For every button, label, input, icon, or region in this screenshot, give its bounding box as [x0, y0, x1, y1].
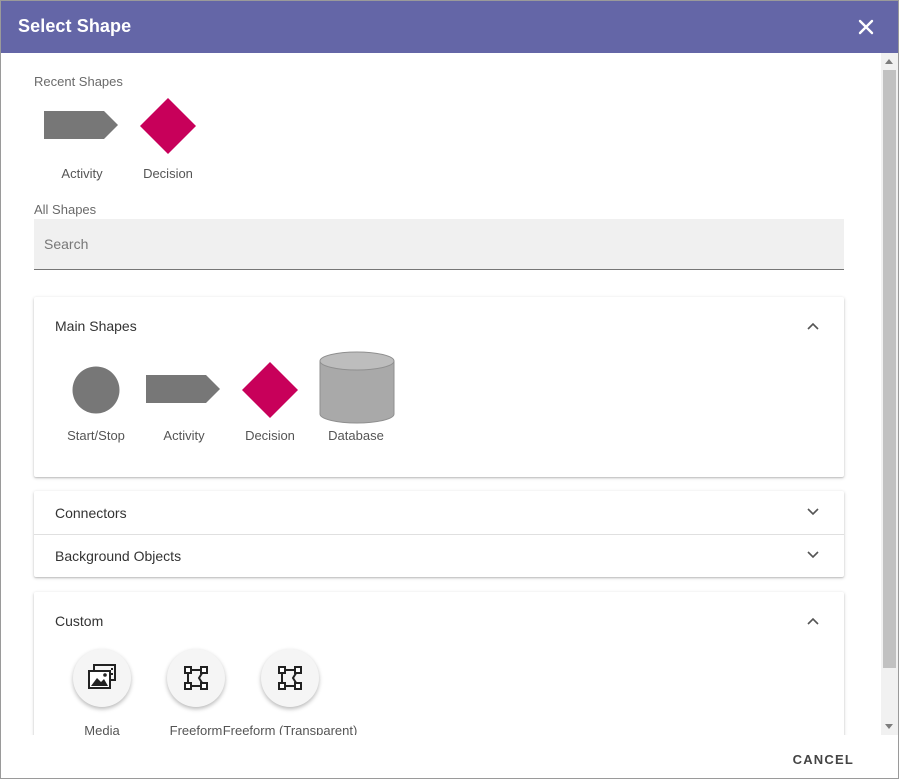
freeform-transparent-button[interactable]: [261, 649, 319, 707]
shape-database[interactable]: Database: [306, 349, 406, 449]
custom-media[interactable]: Media: [52, 649, 152, 735]
media-button[interactable]: [73, 649, 131, 707]
shape-start-stop[interactable]: Start/Stop: [46, 359, 146, 449]
main-shapes-header[interactable]: Main Shapes: [34, 297, 844, 340]
scrollbar-thumb[interactable]: [883, 70, 896, 668]
vertical-scrollbar[interactable]: [881, 53, 898, 735]
scroll-up-arrow-icon[interactable]: [885, 59, 893, 64]
scroll-down-arrow-icon[interactable]: [885, 724, 893, 729]
chevron-down-icon[interactable]: [806, 507, 820, 517]
shape-label: Freeform (Transparent): [222, 723, 358, 735]
custom-panel: Custom Media Freeform Freeform (Transpar…: [34, 592, 844, 735]
dialog-header: Select Shape: [1, 1, 898, 53]
dialog-footer: CANCEL: [1, 735, 898, 778]
background-objects-header[interactable]: Background Objects: [34, 534, 844, 577]
decision-shape-icon: [242, 362, 298, 418]
chevron-up-icon[interactable]: [806, 321, 820, 331]
custom-freeform-transparent[interactable]: Freeform (Transparent): [223, 649, 357, 735]
shape-activity[interactable]: Activity: [134, 359, 234, 449]
chevron-up-icon[interactable]: [806, 616, 820, 626]
freeform-button[interactable]: [167, 649, 225, 707]
shape-label: Media: [84, 723, 120, 735]
decision-shape-icon: [140, 98, 196, 154]
freeform-icon: [184, 666, 208, 690]
panel-title: Background Objects: [55, 548, 182, 564]
activity-shape-icon: [146, 375, 220, 403]
recent-shape-decision[interactable]: Decision: [118, 93, 218, 183]
dialog-title: Select Shape: [18, 16, 132, 36]
close-icon[interactable]: [856, 17, 876, 37]
activity-shape-icon: [44, 111, 118, 139]
search-input[interactable]: [34, 219, 844, 270]
dialog-content: Recent Shapes Activity Decision All Shap…: [1, 53, 881, 735]
all-shapes-label: All Shapes: [34, 202, 97, 217]
connectors-header[interactable]: Connectors: [34, 491, 844, 534]
shape-label: Activity: [163, 428, 205, 443]
collapsed-panels: Connectors Background Objects: [34, 491, 844, 577]
main-shapes-panel: Main Shapes Start/Stop Activity Decision…: [34, 297, 844, 477]
panel-title: Connectors: [55, 505, 127, 521]
media-icon: [88, 664, 116, 689]
cancel-button[interactable]: CANCEL: [793, 752, 854, 767]
recent-shapes-label: Recent Shapes: [34, 74, 123, 89]
recent-shape-activity[interactable]: Activity: [32, 93, 132, 183]
panel-title: Custom: [55, 613, 104, 629]
custom-header[interactable]: Custom: [34, 592, 844, 635]
shape-label: Start/Stop: [67, 428, 125, 443]
shape-label: Database: [328, 428, 384, 443]
chevron-down-icon[interactable]: [806, 550, 820, 560]
circle-shape-icon: [72, 366, 120, 414]
recent-shape-label: Decision: [143, 166, 193, 181]
recent-shape-label: Activity: [61, 166, 103, 181]
shape-decision[interactable]: Decision: [220, 359, 320, 449]
freeform-transparent-icon: [278, 666, 302, 690]
shape-label: Decision: [245, 428, 295, 443]
panel-title: Main Shapes: [55, 318, 137, 334]
database-shape-icon: [319, 351, 395, 424]
select-shape-dialog: Select Shape Recent Shapes Activity Deci…: [0, 0, 899, 779]
